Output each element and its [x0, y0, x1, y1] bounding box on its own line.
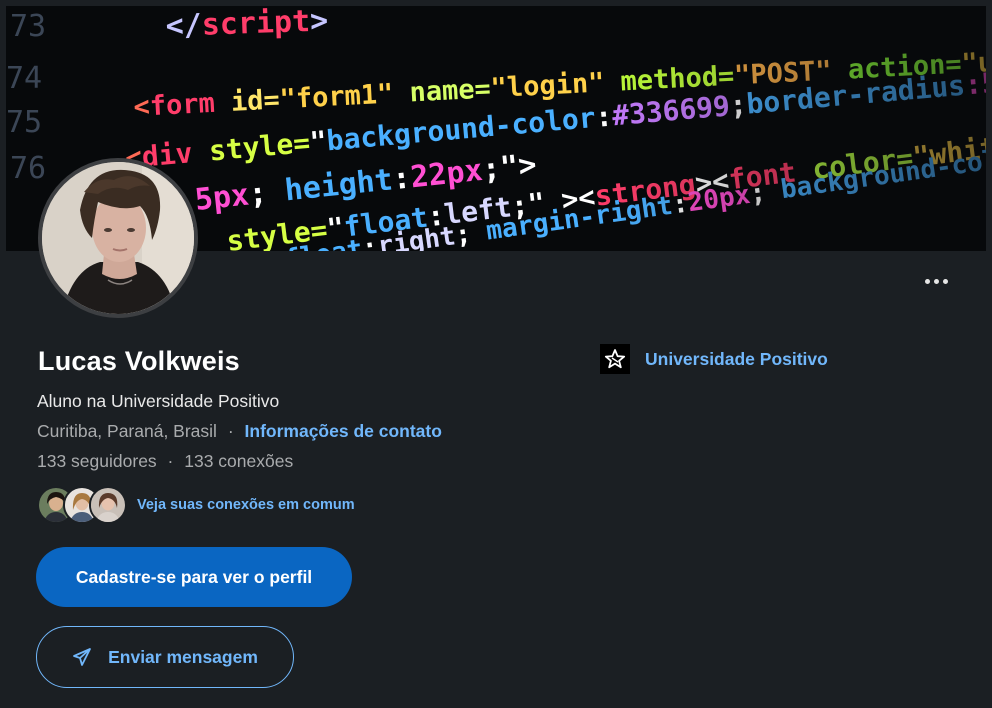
education-item[interactable]: Universidade Positivo	[600, 344, 828, 374]
profile-location-row: Curitiba, Paraná, Brasil · Informações d…	[37, 421, 442, 442]
connections-count: 133 conexões	[184, 451, 294, 471]
ellipsis-icon	[925, 279, 930, 284]
send-message-label: Enviar mensagem	[108, 646, 258, 667]
profile-name: Lucas Volkweis	[38, 346, 240, 376]
education-name: Universidade Positivo	[645, 348, 828, 369]
avatar-photo	[42, 162, 194, 314]
ellipsis-icon	[934, 279, 939, 284]
profile-card: 73</script>74<form id="form1" name="logi…	[6, 6, 986, 708]
ellipsis-icon	[943, 279, 948, 284]
mutual-avatars	[37, 486, 131, 524]
star-logo-icon	[600, 344, 630, 374]
profile-location: Curitiba, Paraná, Brasil	[37, 421, 217, 441]
more-options-button[interactable]	[923, 274, 953, 288]
profile-stats: 133 seguidores · 133 conexões	[37, 451, 293, 472]
send-message-button[interactable]: Enviar mensagem	[36, 626, 294, 688]
mutual-connections-link[interactable]: Veja suas conexões em comum	[137, 497, 355, 513]
profile-avatar[interactable]	[38, 158, 198, 318]
send-icon	[73, 648, 91, 666]
mutual-avatar	[89, 486, 127, 524]
separator-dot: ·	[227, 421, 234, 441]
signup-view-profile-button[interactable]: Cadastre-se para ver o perfil	[36, 547, 352, 607]
mutual-connections[interactable]: Veja suas conexões em comum	[37, 486, 355, 524]
contact-info-link[interactable]: Informações de contato	[245, 421, 442, 441]
separator-dot: ·	[167, 451, 174, 471]
followers-count: 133 seguidores	[37, 451, 157, 471]
profile-headline: Aluno na Universidade Positivo	[37, 391, 280, 411]
